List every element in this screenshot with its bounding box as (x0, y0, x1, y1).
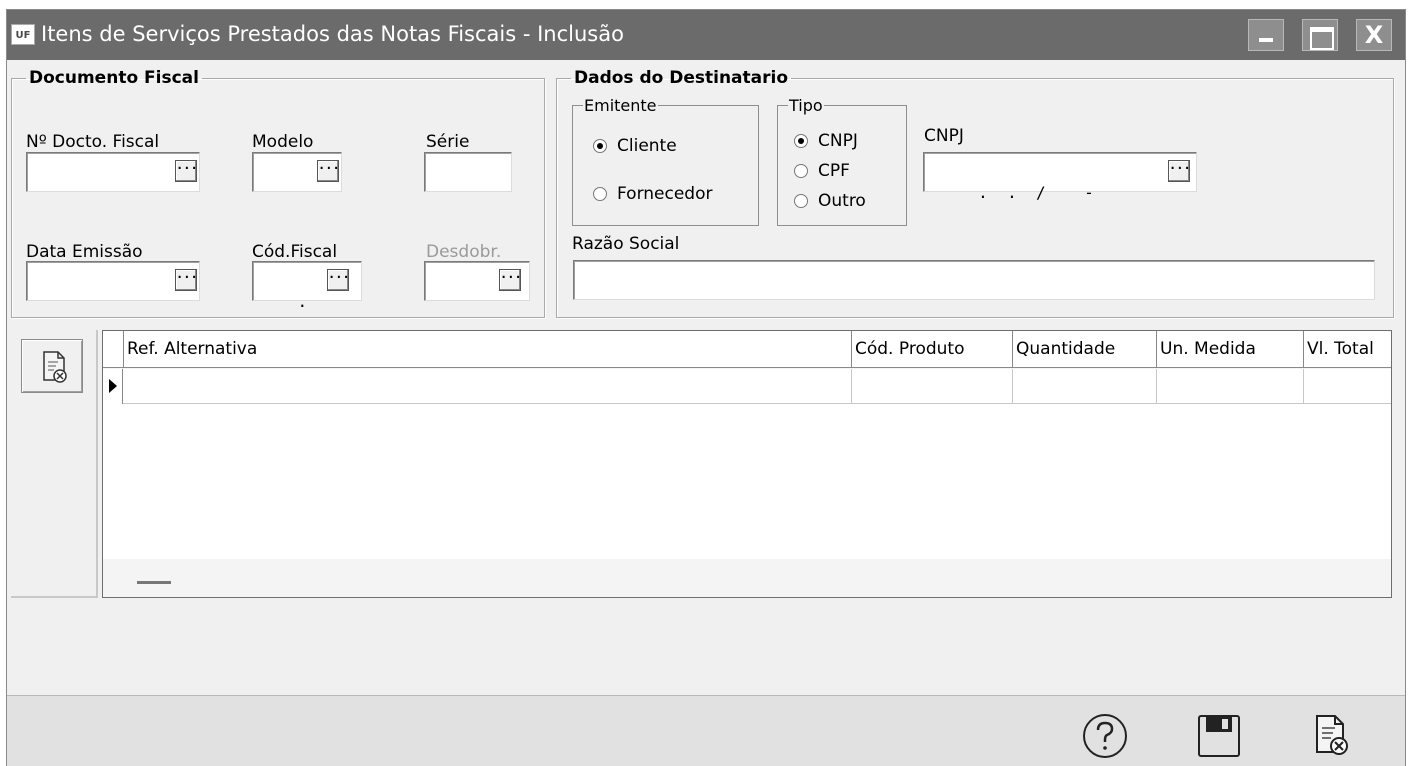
grid-body[interactable] (103, 369, 1391, 559)
help-button[interactable] (1081, 712, 1129, 760)
desdobr-lookup-button[interactable]: ··· (499, 269, 522, 291)
tipo-cpf-radio[interactable]: CPF (794, 161, 850, 181)
minimize-button[interactable] (1248, 19, 1284, 51)
column-header-un-medida[interactable]: Un. Medida (1156, 331, 1303, 367)
column-header-ref-alternativa[interactable]: Ref. Alternativa (123, 331, 851, 367)
maximize-button[interactable] (1302, 19, 1338, 51)
action-bar (7, 695, 1405, 766)
cod-fiscal-label: Cód.Fiscal (252, 242, 338, 262)
main-window: UF Itens de Serviços Prestados das Notas… (6, 9, 1406, 766)
emitente-fornecedor-radio[interactable]: Fornecedor (593, 184, 712, 204)
document-cancel-icon (1316, 715, 1348, 755)
cell-un-medida[interactable] (1156, 369, 1303, 404)
emitente-cliente-label: Cliente (617, 136, 677, 156)
emitente-cliente-radio[interactable]: Cliente (593, 136, 677, 156)
close-button[interactable]: X (1356, 19, 1392, 51)
question-circle-icon (1083, 714, 1127, 758)
modelo-label: Modelo (252, 132, 314, 152)
radio-unselected-icon (794, 164, 808, 178)
serie-input[interactable] (424, 152, 512, 192)
tipo-outro-label: Outro (818, 191, 866, 211)
horizontal-scrollbar-thumb[interactable] (137, 581, 171, 584)
side-panel-bottom-divider (11, 596, 97, 598)
items-grid[interactable]: Ref. Alternativa Cód. Produto Quantidade… (102, 330, 1392, 598)
n-docto-lookup-button[interactable]: ··· (175, 160, 198, 182)
title-bar[interactable]: UF Itens de Serviços Prestados das Notas… (7, 10, 1405, 60)
cod-fiscal-value: . (297, 292, 308, 311)
razao-social-label: Razão Social (572, 234, 680, 254)
cnpj-field[interactable]: . . / - ··· (923, 152, 1197, 202)
column-header-cod-produto[interactable]: Cód. Produto (851, 331, 1012, 367)
cod-fiscal-lookup-button[interactable]: ··· (327, 269, 350, 291)
document-cancel-icon (43, 351, 67, 383)
cnpj-lookup-button[interactable]: ··· (1168, 160, 1191, 182)
floppy-disk-icon (1198, 715, 1240, 757)
cnpj-label: CNPJ (924, 126, 964, 146)
cod-fiscal-field[interactable]: . ··· (252, 261, 362, 311)
row-pointer-icon (103, 369, 123, 404)
radio-selected-icon (794, 134, 808, 148)
n-docto-label: Nº Docto. Fiscal (26, 132, 160, 152)
radio-unselected-icon (794, 194, 808, 208)
modelo-field[interactable]: ··· (252, 152, 342, 192)
data-emissao-label: Data Emissão (26, 242, 143, 262)
window-title: Itens de Serviços Prestados das Notas Fi… (41, 22, 624, 46)
column-header-quantidade[interactable]: Quantidade (1012, 331, 1156, 367)
desdobr-label: Desdobr. (426, 242, 502, 262)
emitente-legend: Emitente (584, 96, 657, 115)
column-header-vl-total[interactable]: Vl. Total (1303, 331, 1391, 367)
n-docto-field[interactable]: ··· (26, 152, 200, 192)
cnpj-value: . . / - (968, 183, 1094, 202)
data-emissao-field[interactable]: ··· (26, 261, 200, 301)
destinatario-legend: Dados do Destinatario (574, 68, 789, 88)
documento-fiscal-legend: Documento Fiscal (29, 68, 199, 88)
tipo-outro-radio[interactable]: Outro (794, 191, 866, 211)
tipo-cnpj-label: CNPJ (818, 131, 858, 151)
app-logo-icon: UF (11, 24, 35, 45)
cell-quantidade[interactable] (1012, 369, 1156, 404)
serie-label: Série (426, 132, 470, 152)
tipo-cnpj-radio[interactable]: CNPJ (794, 131, 858, 151)
radio-unselected-icon (593, 187, 607, 201)
grid-header: Ref. Alternativa Cód. Produto Quantidade… (103, 331, 1391, 368)
tipo-legend: Tipo (789, 96, 823, 115)
emitente-fornecedor-label: Fornecedor (617, 184, 713, 204)
emitente-group: Emitente (572, 96, 759, 226)
table-row[interactable] (103, 369, 1391, 404)
tipo-cpf-label: CPF (818, 161, 850, 181)
cancel-button[interactable] (1307, 712, 1355, 760)
desdobr-field[interactable]: ··· (424, 261, 530, 301)
radio-selected-icon (593, 139, 607, 153)
razao-social-input[interactable] (573, 260, 1375, 300)
modelo-lookup-button[interactable]: ··· (317, 160, 340, 182)
delete-item-button[interactable] (21, 339, 83, 393)
side-panel-divider (96, 330, 98, 598)
save-button[interactable] (1195, 712, 1243, 760)
cell-cod-produto[interactable] (851, 369, 1012, 404)
cell-vl-total[interactable] (1303, 369, 1391, 404)
cell-ref-alternativa[interactable] (123, 369, 851, 404)
data-emissao-lookup-button[interactable]: ··· (175, 269, 198, 291)
